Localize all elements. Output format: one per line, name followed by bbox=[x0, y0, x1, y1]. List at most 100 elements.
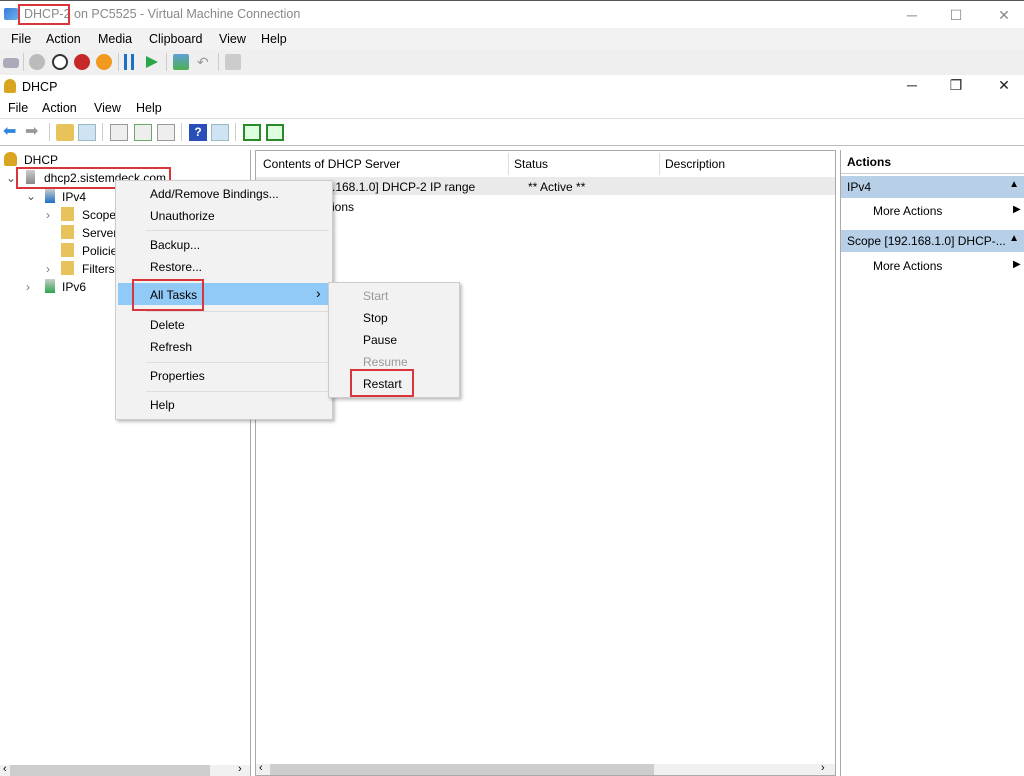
scroll-left-arrow[interactable]: ‹ bbox=[259, 762, 263, 774]
menu-delete[interactable]: Delete bbox=[150, 318, 185, 332]
mmc-menu-file[interactable]: File bbox=[8, 101, 28, 115]
menu-refresh[interactable]: Refresh bbox=[150, 340, 192, 354]
expand-chevron-icon[interactable]: › bbox=[46, 208, 50, 222]
properties-icon[interactable] bbox=[110, 124, 128, 141]
vm-toolbar: ↶ bbox=[0, 50, 1024, 75]
menu-separator bbox=[146, 391, 329, 392]
submenu-stop[interactable]: Stop bbox=[363, 311, 388, 325]
vm-menu-view[interactable]: View bbox=[219, 32, 246, 46]
column-header-status[interactable]: Status bbox=[514, 157, 548, 171]
resume-icon[interactable] bbox=[146, 56, 158, 68]
menu-separator bbox=[146, 230, 329, 231]
scroll-left-arrow[interactable]: ‹ bbox=[3, 763, 7, 775]
menu-unauthorize[interactable]: Unauthorize bbox=[150, 209, 215, 223]
list-row-server-options[interactable]: ions bbox=[256, 197, 835, 215]
actions-section-ipv4[interactable]: IPv4 ▲ bbox=[841, 176, 1024, 198]
submenu-arrow-icon: ▶ bbox=[1013, 259, 1021, 270]
mmc-menu-action[interactable]: Action bbox=[42, 101, 77, 115]
up-folder-icon[interactable] bbox=[56, 124, 74, 141]
submenu-pause[interactable]: Pause bbox=[363, 333, 397, 347]
mmc-close-button[interactable]: ✕ bbox=[994, 75, 1014, 95]
collapse-up-icon[interactable]: ▲ bbox=[1009, 233, 1019, 244]
manage-servers-icon[interactable] bbox=[266, 124, 284, 141]
filters-icon bbox=[61, 261, 74, 275]
tree-item-filters[interactable]: Filters bbox=[82, 262, 115, 276]
section-title: IPv4 bbox=[847, 180, 872, 194]
shutdown-icon[interactable] bbox=[74, 54, 90, 70]
pause-icon[interactable] bbox=[124, 54, 134, 70]
vm-menu-media[interactable]: Media bbox=[98, 32, 132, 46]
more-actions-scope[interactable]: More Actions bbox=[873, 259, 942, 273]
tree-item-ipv6[interactable]: IPv6 bbox=[62, 280, 86, 294]
vm-menu-clipboard[interactable]: Clipboard bbox=[149, 32, 203, 46]
collapse-chevron-icon[interactable]: ⌄ bbox=[26, 189, 36, 203]
menu-backup[interactable]: Backup... bbox=[150, 238, 200, 252]
checkpoint-icon[interactable] bbox=[173, 54, 189, 70]
expand-chevron-icon[interactable]: › bbox=[46, 262, 50, 276]
refresh-icon[interactable] bbox=[134, 124, 152, 141]
menu-add-remove-bindings[interactable]: Add/Remove Bindings... bbox=[150, 187, 279, 201]
tree-item-dhcp-root[interactable]: DHCP bbox=[24, 153, 58, 167]
vm-close-button[interactable]: ✕ bbox=[994, 5, 1014, 25]
authorize-server-icon[interactable] bbox=[243, 124, 261, 141]
scrollbar-thumb[interactable] bbox=[270, 764, 654, 775]
revert-icon[interactable]: ↶ bbox=[197, 54, 213, 70]
forward-icon[interactable]: ➡ bbox=[25, 124, 43, 141]
vm-menu-help[interactable]: Help bbox=[261, 32, 287, 46]
submenu-start: Start bbox=[363, 289, 389, 303]
save-state-icon[interactable] bbox=[96, 54, 112, 70]
tree-item-ipv4[interactable]: IPv4 bbox=[62, 190, 86, 204]
toolbar-separator bbox=[23, 53, 24, 71]
toolbar-separator bbox=[218, 53, 219, 71]
scrollbar-thumb[interactable] bbox=[10, 765, 210, 776]
vm-menu-file[interactable]: File bbox=[11, 32, 31, 46]
tree-item-scope[interactable]: Scope bbox=[82, 208, 116, 222]
mmc-menu-view[interactable]: View bbox=[94, 101, 121, 115]
toolbar-separator bbox=[118, 53, 119, 71]
export-list-icon[interactable] bbox=[157, 124, 175, 141]
submenu-resume: Resume bbox=[363, 355, 408, 369]
list-horizontal-scrollbar[interactable]: ‹ › bbox=[256, 762, 835, 775]
mmc-menu-bar: File Action View Help bbox=[0, 97, 1024, 119]
expand-chevron-icon[interactable]: › bbox=[26, 280, 30, 294]
back-icon[interactable]: ⬅ bbox=[3, 124, 21, 141]
policies-icon bbox=[61, 243, 74, 257]
scroll-right-arrow[interactable]: › bbox=[238, 763, 242, 775]
ctrl-alt-del-icon[interactable] bbox=[3, 58, 19, 68]
turn-off-icon[interactable] bbox=[52, 54, 68, 70]
submenu-arrow-icon: ▶ bbox=[1013, 204, 1021, 215]
mmc-menu-help[interactable]: Help bbox=[136, 101, 162, 115]
actions-section-scope[interactable]: Scope [192.168.1.0] DHCP-... ▲ bbox=[841, 230, 1024, 252]
start-icon[interactable] bbox=[29, 54, 45, 70]
mmc-minimize-button[interactable]: ─ bbox=[902, 75, 922, 95]
vm-menu-action[interactable]: Action bbox=[46, 32, 81, 46]
column-header-description[interactable]: Description bbox=[665, 157, 725, 171]
mmc-restore-button[interactable]: ❐ bbox=[946, 75, 966, 95]
collapse-up-icon[interactable]: ▲ bbox=[1009, 179, 1019, 190]
more-actions-ipv4[interactable]: More Actions bbox=[873, 204, 942, 218]
context-menu: Add/Remove Bindings... Unauthorize Backu… bbox=[115, 180, 333, 420]
results-list: Contents of DHCP Server Status Descripti… bbox=[255, 150, 836, 776]
show-hide-console-tree-icon[interactable] bbox=[78, 124, 96, 141]
column-divider[interactable] bbox=[508, 153, 509, 175]
menu-restore[interactable]: Restore... bbox=[150, 260, 202, 274]
vm-maximize-button[interactable]: ☐ bbox=[946, 5, 966, 25]
list-row-scope[interactable]: .168.1.0] DHCP-2 IP range ** Active ** bbox=[256, 177, 835, 195]
tree-item-policies[interactable]: Policie bbox=[82, 244, 117, 258]
enhanced-session-icon[interactable] bbox=[225, 54, 241, 70]
collapse-chevron-icon[interactable]: ⌄ bbox=[6, 171, 16, 185]
menu-properties[interactable]: Properties bbox=[150, 369, 205, 383]
menu-help[interactable]: Help bbox=[150, 398, 175, 412]
tree-horizontal-scrollbar[interactable]: ‹ › bbox=[0, 763, 250, 776]
column-header-contents[interactable]: Contents of DHCP Server bbox=[263, 157, 400, 171]
row-status: ** Active ** bbox=[528, 180, 586, 194]
vm-minimize-button[interactable]: ─ bbox=[902, 5, 922, 25]
ipv4-icon bbox=[45, 189, 55, 203]
help-icon[interactable]: ? bbox=[189, 124, 207, 141]
highlight-box bbox=[18, 4, 70, 25]
column-divider[interactable] bbox=[659, 153, 660, 175]
scroll-right-arrow[interactable]: › bbox=[821, 762, 825, 774]
show-hide-action-pane-icon[interactable] bbox=[211, 124, 229, 141]
highlight-box bbox=[132, 279, 204, 311]
tree-item-server-options[interactable]: Server bbox=[82, 226, 117, 240]
